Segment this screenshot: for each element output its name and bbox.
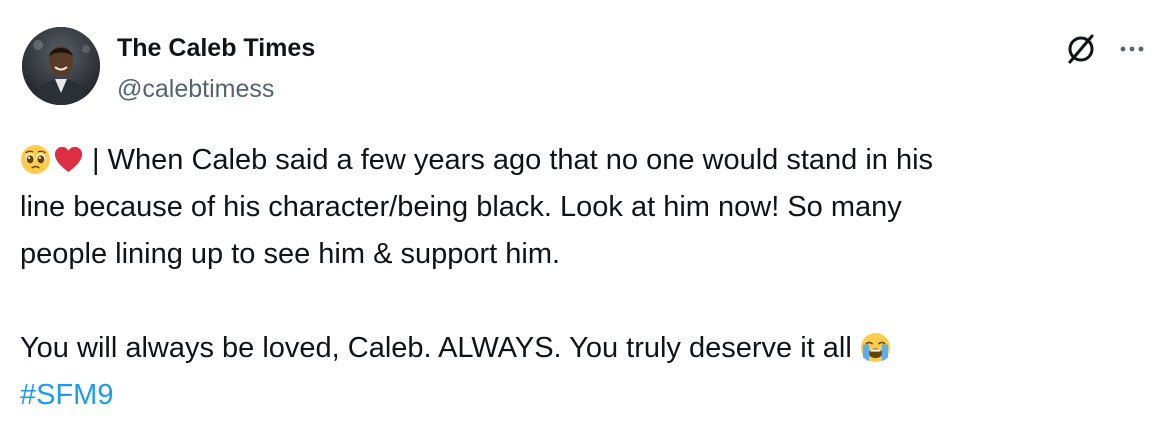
pleading-face-emoji <box>20 144 51 175</box>
hashtag-link[interactable]: #SFM9 <box>20 379 113 411</box>
tweet-card: The Caleb Times @calebtimess | When Cale… <box>0 0 1176 444</box>
avatar[interactable] <box>22 27 100 105</box>
grok-icon[interactable] <box>1061 29 1101 69</box>
tweet-line-3: people lining up to see him & support hi… <box>20 238 561 270</box>
red-heart-emoji <box>53 144 84 175</box>
author-name[interactable]: The Caleb Times <box>117 32 315 64</box>
tweet-line-5: #SFM9 <box>20 372 1140 419</box>
more-horizontal-icon[interactable] <box>1112 29 1152 69</box>
author-handle[interactable]: @calebtimess <box>117 73 274 105</box>
tweet-text: | When Caleb said a few years ago that n… <box>20 137 1140 419</box>
tweet-line-1: | When Caleb said a few years ago that n… <box>20 137 1140 184</box>
loudly-crying-face-emoji <box>860 332 891 363</box>
paragraph-break <box>20 278 1140 325</box>
tweet-line-2: line because of his character/being blac… <box>20 191 902 223</box>
tweet-line-4: You will always be loved, Caleb. ALWAYS.… <box>20 325 1140 372</box>
